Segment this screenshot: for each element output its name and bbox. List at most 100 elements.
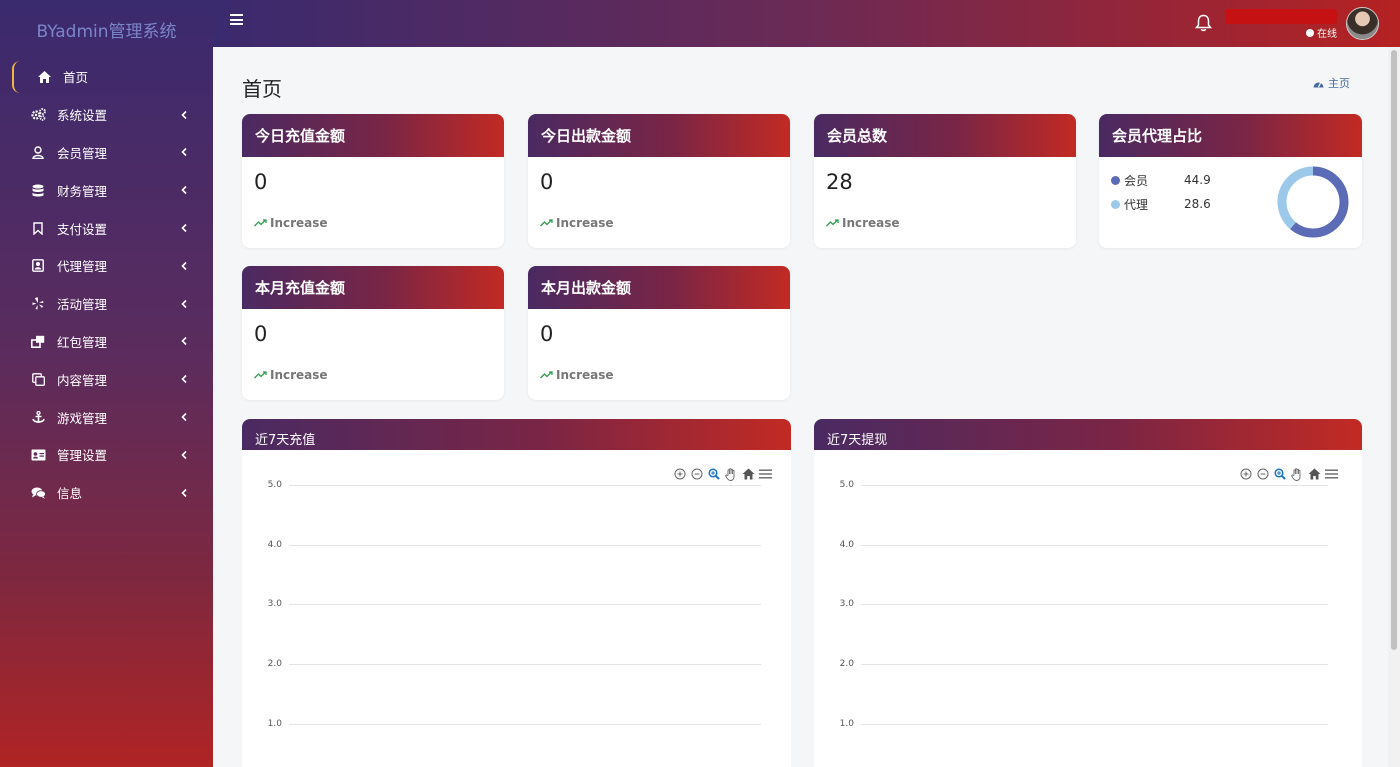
trend-up-icon [826,219,839,227]
chart-card-7day-withdrawal: 近7天提现 5.0 4.0 3.0 2.0 1.0 [814,419,1362,767]
sidebar-item-system-settings[interactable]: 系统设置 [0,96,213,134]
home-icon [36,70,52,84]
ratio-legend: 会员 44.9 代理 28.6 [1111,168,1211,216]
user-icon [30,145,46,159]
user-name-redacted[interactable] [1225,9,1337,24]
card-trend: Increase [254,216,328,230]
stat-card-member-total: 会员总数 28 Increase [814,114,1076,248]
card-title: 今日出款金额 [528,114,790,157]
y-tick-label: 2.0 [267,659,282,670]
stat-card-month-withdrawal: 本月出款金额 0 Increase [528,266,790,400]
selection-zoom-icon[interactable] [1273,467,1287,481]
legend-item-member[interactable]: 会员 44.9 [1111,168,1211,192]
chart-title: 近7天提现 [814,419,1362,450]
sidebar-item-label: 内容管理 [57,372,108,388]
y-tick-label: 2.0 [839,659,854,670]
chart-menu-icon[interactable] [1324,467,1338,481]
y-gridline [289,544,761,546]
trend-label: Increase [556,368,614,382]
card-title: 会员总数 [814,114,1076,157]
chart-menu-icon[interactable] [758,467,772,481]
reset-home-icon[interactable] [1307,467,1321,481]
bell-icon[interactable] [1194,14,1213,36]
y-tick-label: 1.0 [839,718,854,729]
legend-value: 44.9 [1184,173,1211,187]
chevron-left-icon [181,107,187,122]
y-gridline [861,723,1328,725]
sidebar: BYadmin管理系统 首页 系统设置 会员管理 财务管理 支付设置 代理管理 … [0,0,213,767]
card-value: 0 [254,170,268,194]
chevron-left-icon [181,372,187,387]
chevron-left-icon [181,296,187,311]
sidebar-item-member-management[interactable]: 会员管理 [0,134,213,172]
y-gridline [861,485,1328,486]
sidebar-item-label: 首页 [63,70,89,86]
breadcrumb[interactable]: 主页 [1313,75,1350,91]
contact-card-icon [30,259,46,273]
trend-up-icon [540,371,553,379]
sidebar-item-game-management[interactable]: 游戏管理 [0,398,213,436]
reset-home-icon[interactable] [741,467,755,481]
legend-item-agent[interactable]: 代理 28.6 [1111,192,1211,216]
zoom-in-icon[interactable] [1239,467,1253,481]
gears-icon [30,108,46,122]
database-icon [30,183,46,197]
legend-dot [1111,199,1120,209]
sidebar-item-content-management[interactable]: 内容管理 [0,360,213,398]
menu-toggle-icon[interactable] [230,14,243,25]
pan-hand-icon[interactable] [724,467,738,481]
sidebar-item-finance-management[interactable]: 财务管理 [0,171,213,209]
chevron-left-icon [181,258,187,273]
chevron-left-icon [181,145,187,160]
chevron-left-icon [181,334,187,349]
card-value: 0 [254,322,268,346]
selection-zoom-icon[interactable] [707,467,721,481]
chevron-left-icon [181,485,187,500]
sidebar-item-payment-settings[interactable]: 支付设置 [0,209,213,247]
online-status: 在线 [1306,25,1337,40]
sidebar-item-label: 财务管理 [57,183,108,199]
breadcrumb-home: 主页 [1328,77,1350,90]
brand-logo[interactable]: BYadmin管理系统 [0,0,213,58]
legend-label: 会员 [1124,173,1149,188]
card-title: 今日充值金额 [242,114,504,157]
y-gridline [289,664,761,666]
scrollbar-thumb[interactable] [1391,50,1397,650]
y-tick-label: 3.0 [839,599,854,610]
status-label: 在线 [1317,29,1337,40]
card-value: 28 [826,170,853,194]
sidebar-item-red-packet-management[interactable]: 红包管理 [0,323,213,361]
avatar[interactable] [1346,7,1379,40]
zoom-out-icon[interactable] [690,467,704,481]
y-tick-label: 4.0 [267,539,282,550]
page-scrollbar[interactable] [1388,47,1400,767]
zoom-out-icon[interactable] [1256,467,1270,481]
copy-icon [30,372,46,386]
pan-hand-icon[interactable] [1290,467,1304,481]
zoom-in-icon[interactable] [673,467,687,481]
sidebar-menu: 首页 系统设置 会员管理 财务管理 支付设置 代理管理 活动管理 红包管理 内容… [0,58,213,512]
id-card-icon [30,448,46,462]
y-gridline [861,664,1328,666]
sidebar-item-label: 支付设置 [57,221,108,237]
sidebar-item-messages[interactable]: 信息 [0,474,213,512]
ratio-card: 会员代理占比 会员 44.9 代理 28.6 [1099,114,1362,248]
card-trend: Increase [254,368,328,382]
chart-card-7day-deposit: 近7天充值 5.0 4.0 3.0 2.0 1.0 [242,419,791,767]
legend-label: 代理 [1124,197,1149,212]
sidebar-item-activity-management[interactable]: 活动管理 [0,285,213,323]
page-title: 首页 [242,77,282,101]
card-trend: Increase [540,368,614,382]
chevron-left-icon [181,221,187,236]
sidebar-item-agent-management[interactable]: 代理管理 [0,247,213,285]
card-value: 0 [540,322,554,346]
top-bar: 在线 [213,0,1400,47]
comments-icon [30,486,46,500]
main-content: 首页 主页 今日充值金额 0 Increase 今日出款金额 0 Increas… [213,47,1388,767]
y-gridline [289,485,761,486]
chevron-left-icon [181,447,187,462]
sidebar-item-home[interactable]: 首页 [0,58,213,96]
sidebar-item-admin-settings[interactable]: 管理设置 [0,436,213,474]
y-tick-label: 5.0 [267,480,282,490]
y-tick-label: 3.0 [267,599,282,610]
